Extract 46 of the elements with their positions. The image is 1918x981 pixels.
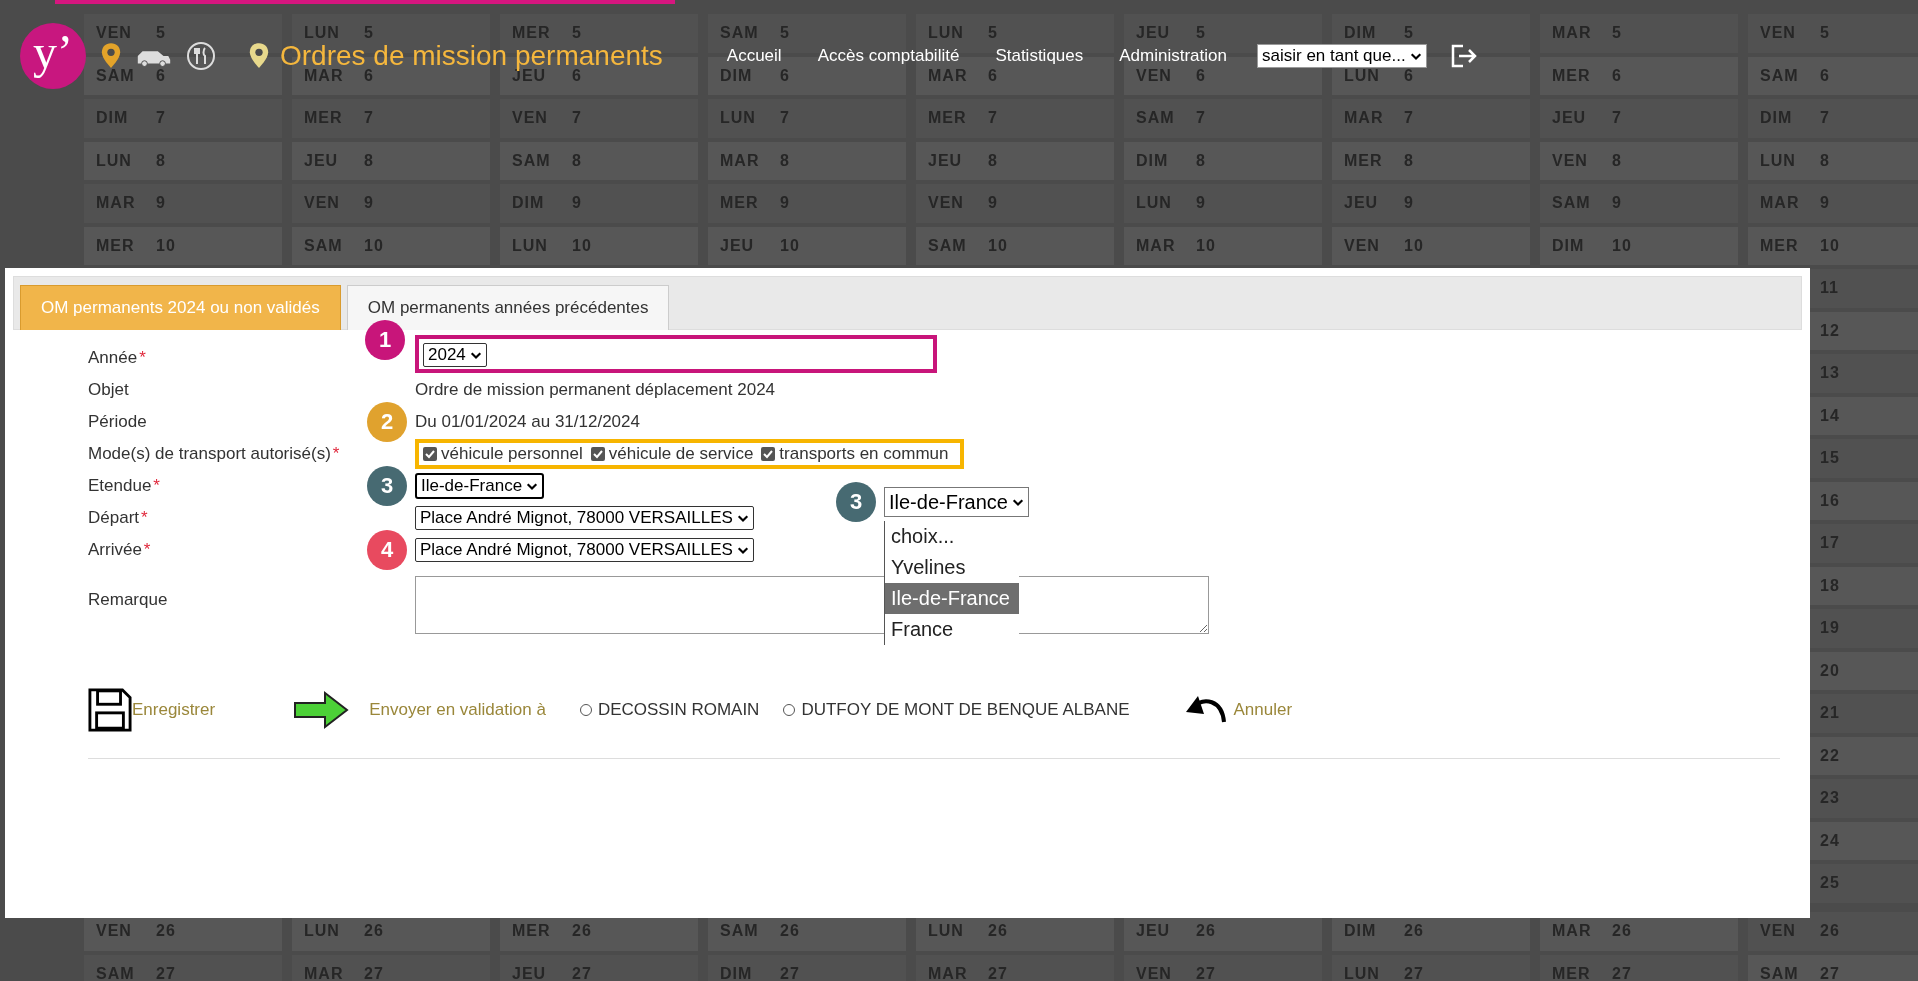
callout-badge: 1	[365, 320, 405, 360]
validator-radio[interactable]: DECOSSIN ROMAIN	[579, 700, 760, 720]
save-link[interactable]: Enregistrer	[132, 700, 216, 720]
fork-knife-icon	[186, 41, 216, 71]
required-mark: *	[143, 540, 151, 560]
field-label: Période	[88, 412, 147, 432]
field-label: Année	[88, 348, 138, 368]
callout-badge: 3	[836, 482, 876, 522]
nav-link[interactable]: Administration	[1119, 46, 1227, 66]
checkbox-option[interactable]: véhicule de service	[590, 444, 754, 464]
send-label: Envoyer en validation à	[369, 700, 546, 720]
field-label: Etendue	[88, 476, 152, 496]
nav-link[interactable]: Accès comptabilité	[817, 46, 960, 66]
field-label: Objet	[88, 380, 129, 400]
callout-badge: 3	[367, 466, 407, 506]
tab[interactable]: OM permanents années précédentes	[346, 285, 670, 330]
validator-radio[interactable]: DUTFOY DE MONT DE BENQUE ALBANE	[783, 700, 1130, 720]
required-mark: *	[139, 348, 146, 368]
cancel-link[interactable]: Annuler	[1233, 700, 1293, 720]
field-label: Arrivée	[88, 540, 142, 560]
callout-badge: 2	[367, 402, 407, 442]
logo[interactable]: y’	[20, 23, 86, 89]
arrow-right-icon	[293, 689, 350, 731]
scope-select[interactable]: Ile-de-France	[415, 473, 545, 499]
required-mark: *	[141, 508, 148, 528]
field-value: Du 01/01/2024 au 31/12/2024	[415, 412, 640, 432]
field-label: Départ	[88, 508, 140, 528]
nav-link[interactable]: Statistiques	[995, 46, 1084, 66]
field-value: Ordre de mission permanent déplacement 2024	[415, 380, 776, 400]
field-label: Remarque	[88, 590, 168, 610]
callout-badge: 4	[367, 530, 407, 570]
dropdown-option[interactable]: choix...	[885, 521, 1019, 552]
dropdown-option[interactable]: Ile-de-France	[885, 583, 1019, 614]
required-mark: *	[153, 476, 160, 496]
required-mark: *	[332, 444, 340, 464]
dropdown-option[interactable]: France	[885, 614, 1019, 645]
checkbox-option[interactable]: transports en commun	[761, 444, 949, 464]
arrival-select[interactable]: Place André Mignot, 78000 VERSAILLES	[415, 538, 754, 562]
user-select[interactable]: saisir en tant que...	[1257, 44, 1427, 68]
scope-select[interactable]: Ile-de-France	[884, 487, 1029, 517]
field-label: Mode(s) de transport autorisé(s)	[88, 444, 331, 464]
dropdown-option[interactable]: Yvelines	[885, 552, 1019, 583]
nav-link[interactable]: Accueil	[726, 46, 782, 66]
year-select[interactable]: 2024	[423, 343, 487, 367]
departure-select[interactable]: Place André Mignot, 78000 VERSAILLES	[415, 506, 754, 530]
checkbox-option[interactable]: véhicule personnel	[423, 444, 583, 464]
